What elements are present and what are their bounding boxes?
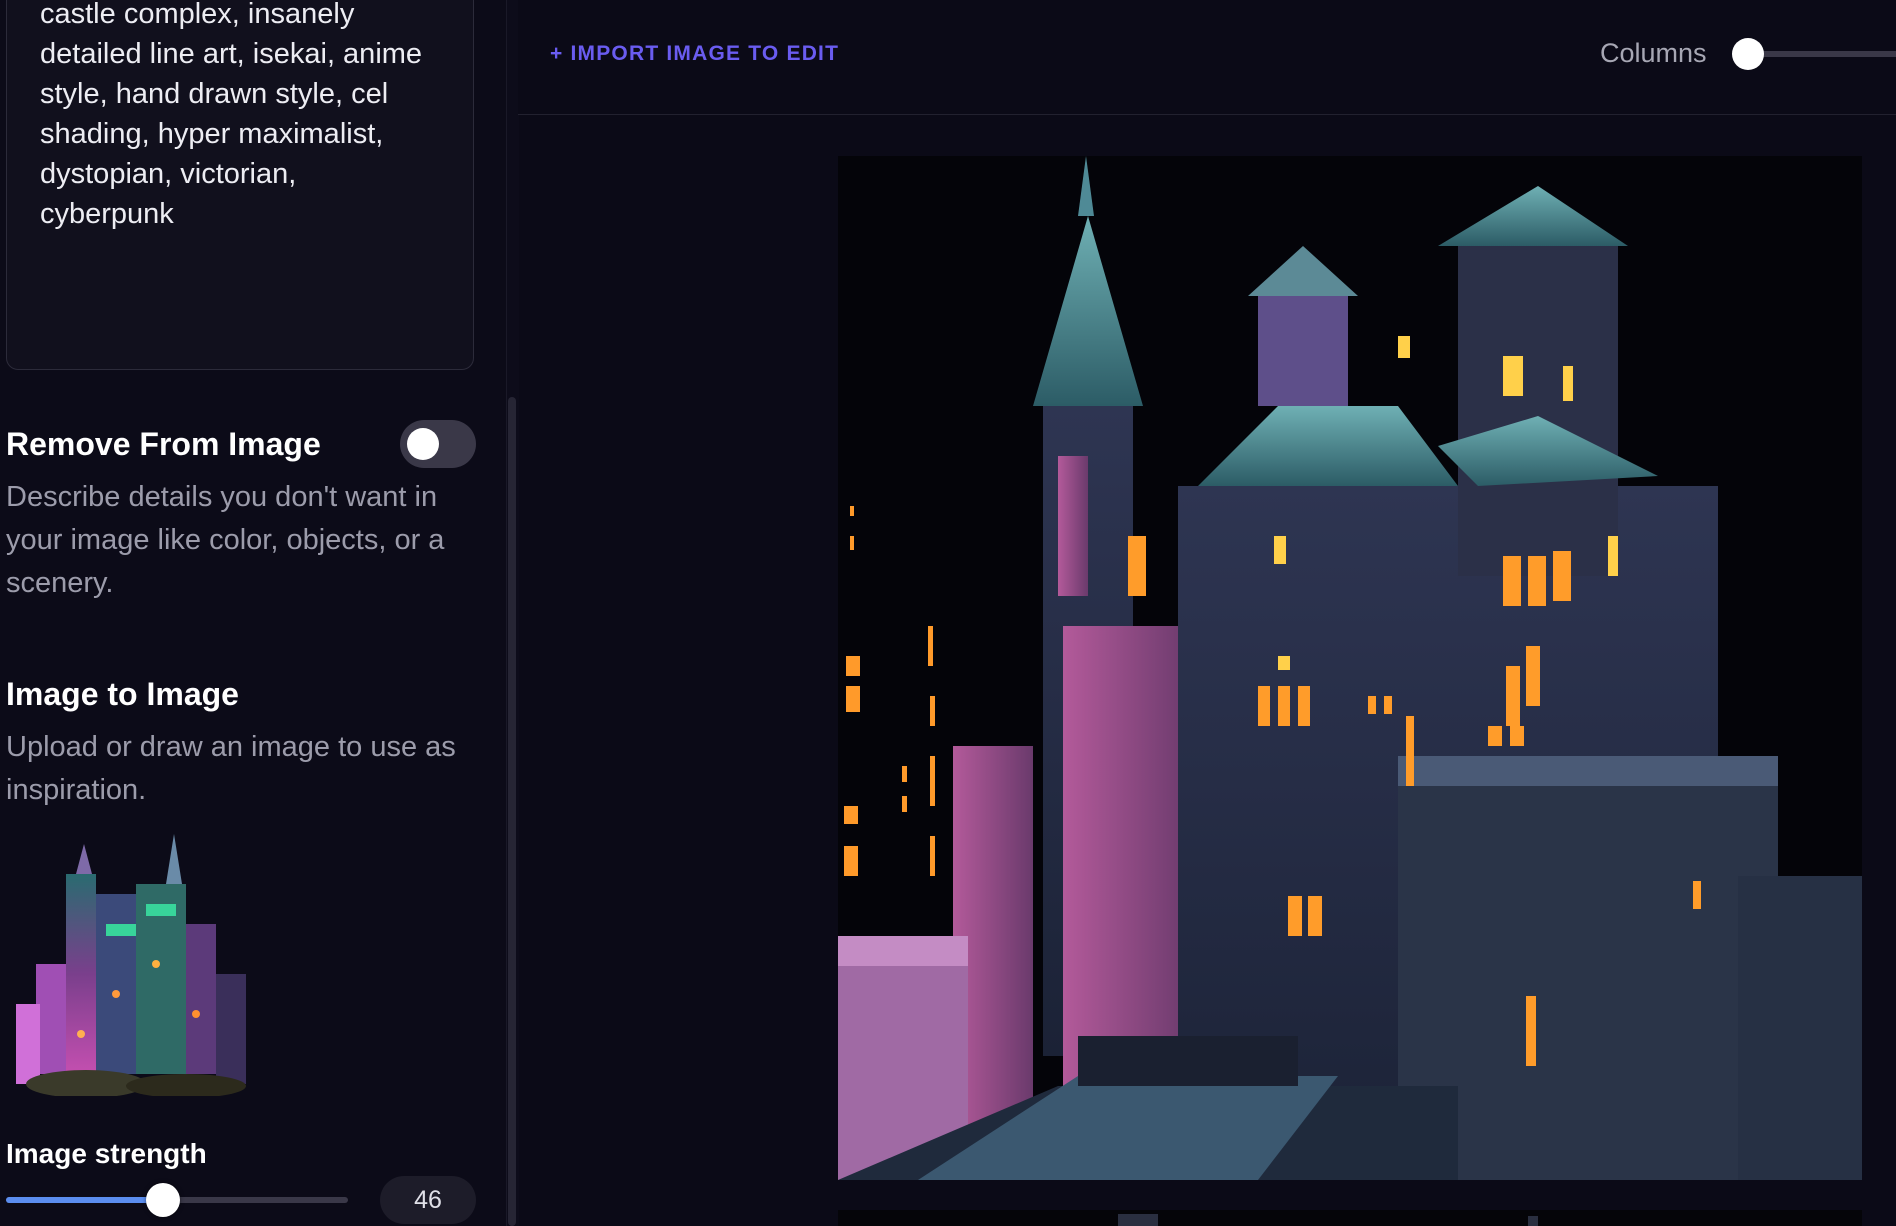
columns-slider-handle[interactable] [1732,38,1764,70]
remove-from-image-toggle[interactable] [400,420,476,468]
image-to-image-title: Image to Image [6,676,239,712]
remove-from-image-title: Remove From Image [6,426,321,462]
panel-scrollbar[interactable] [508,397,516,1226]
slider-handle[interactable] [146,1183,181,1217]
generated-image-2[interactable] [838,1210,1862,1226]
remove-from-image-description: Describe details you don't want in your … [6,481,445,599]
generated-image[interactable] [838,156,1862,1180]
image-strength-label: Image strength [6,1138,207,1169]
slider-fill [6,1197,164,1203]
prompt-text[interactable]: castle complex, insanely detailed line a… [40,0,440,234]
image-to-image-description: Upload or draw an image to use as inspir… [6,731,456,806]
toolbar: + IMPORT IMAGE TO EDIT Columns [518,0,1896,115]
columns-label: Columns [1600,38,1707,68]
columns-slider[interactable] [1750,51,1896,57]
toggle-knob [407,428,439,460]
import-image-button[interactable]: + IMPORT IMAGE TO EDIT [550,42,839,66]
image-strength-value[interactable]: 46 [380,1176,476,1224]
settings-panel: castle complex, insanely detailed line a… [0,0,506,1226]
inspiration-image-thumbnail[interactable] [6,834,256,1096]
